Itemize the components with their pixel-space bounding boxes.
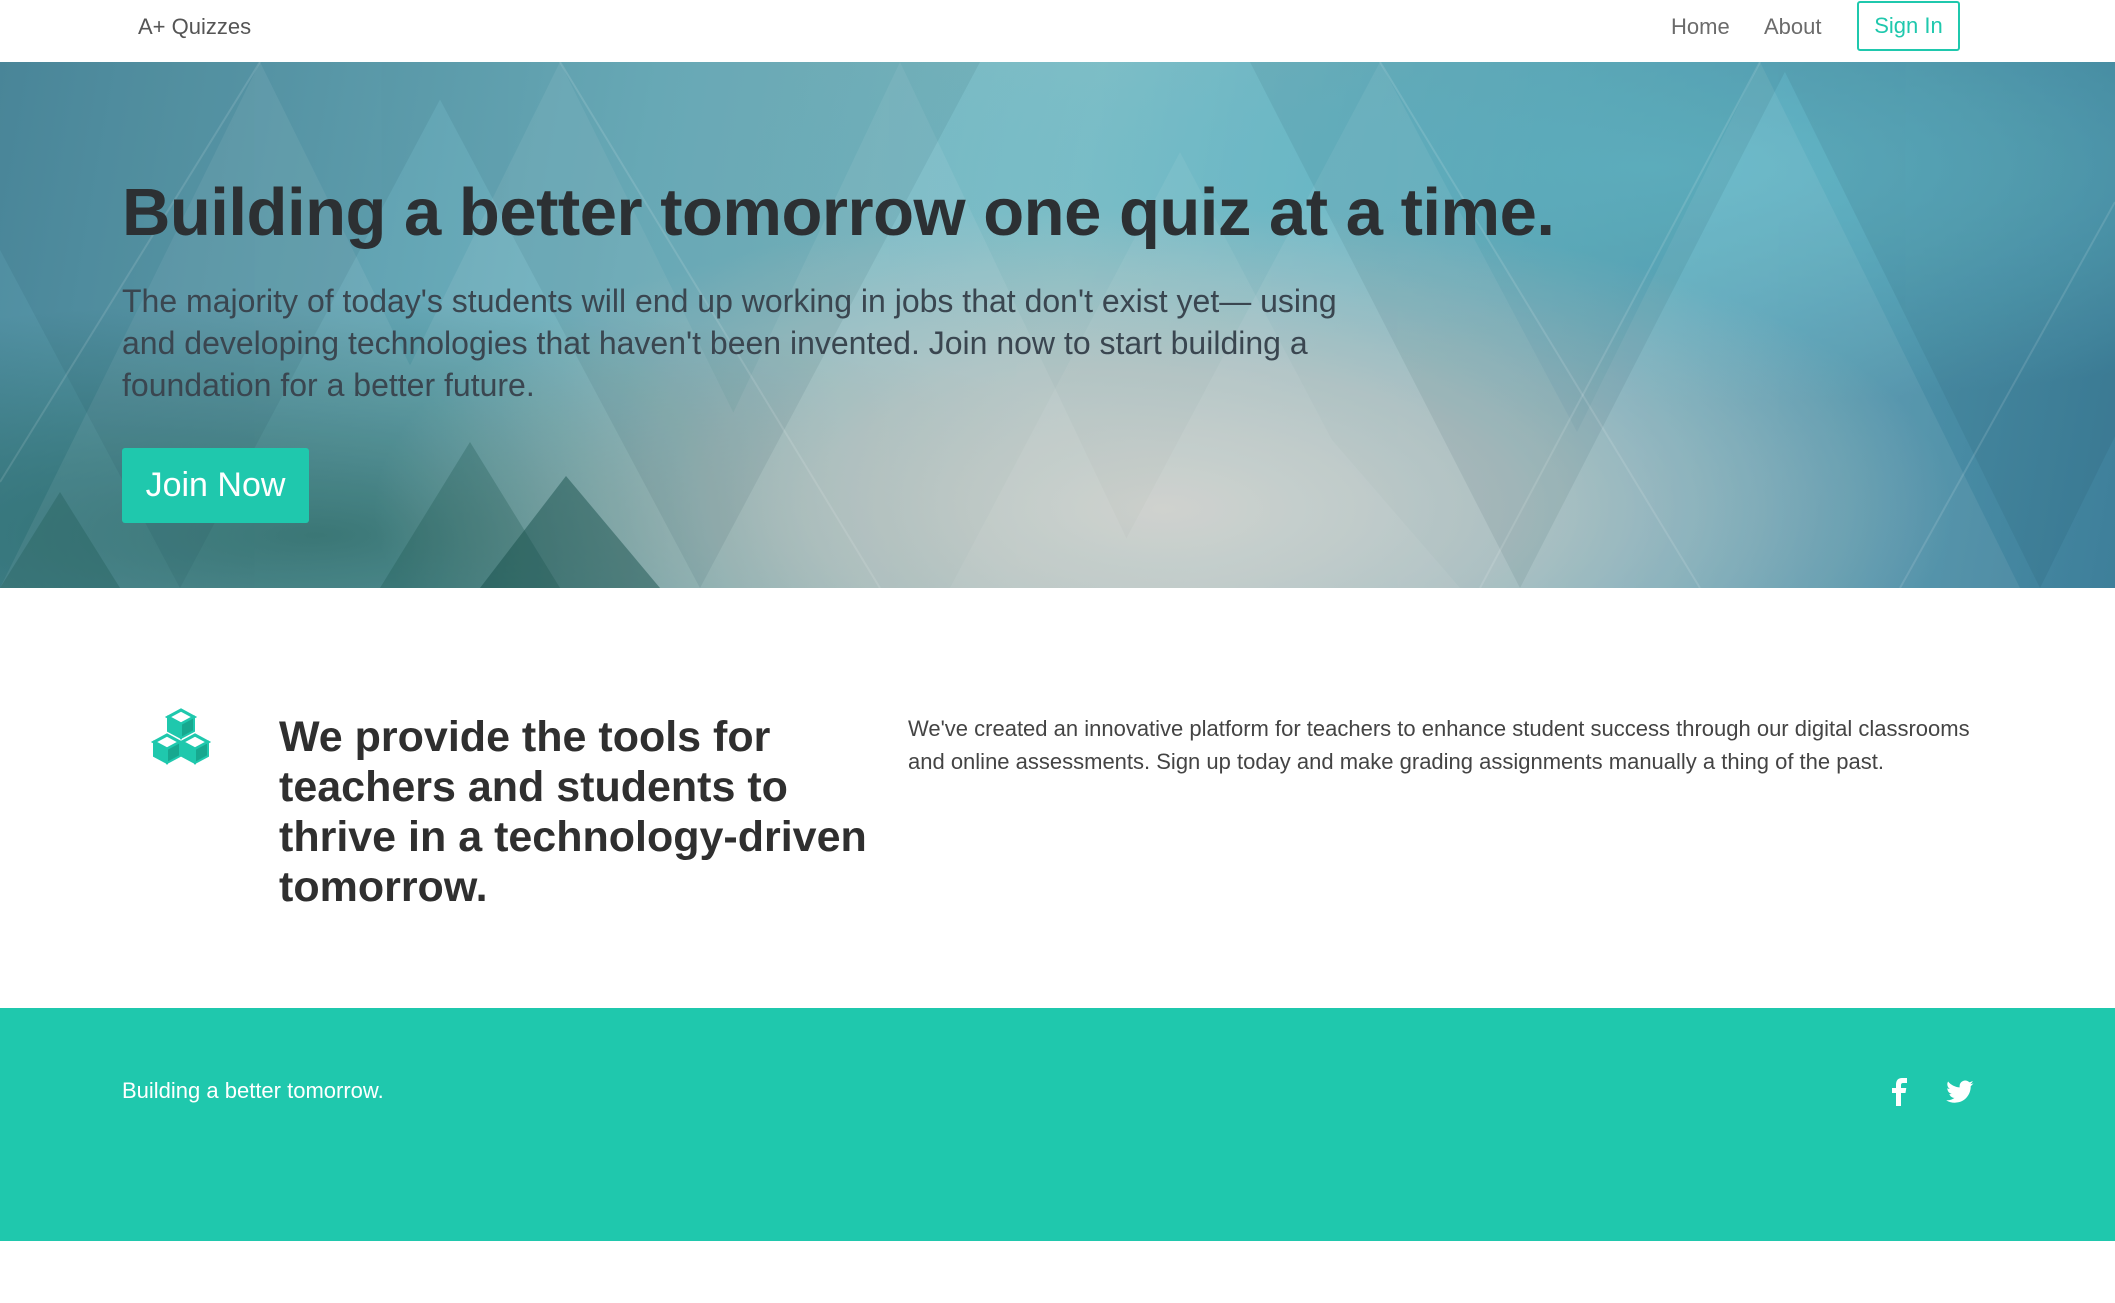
cubes-icon [146,708,216,773]
feature-description: We've created an innovative platform for… [908,716,1970,774]
twitter-icon[interactable] [1944,1076,1976,1108]
navbar: A+ Quizzes Home About Sign In [0,0,2115,62]
footer-tagline: Building a better tomorrow. [122,1078,384,1103]
sign-in-button[interactable]: Sign In [1857,1,1960,51]
join-now-button[interactable]: Join Now [122,448,309,523]
footer: Building a better tomorrow. [0,1008,2115,1241]
brand-link[interactable]: A+ Quizzes [138,14,251,40]
feature-heading: We provide the tools for teachers and st… [279,713,867,911]
hero-subtitle: The majority of today's students will en… [122,283,1337,403]
hero-title: Building a better tomorrow one quiz at a… [122,175,1555,250]
facebook-icon[interactable] [1884,1076,1916,1108]
nav-link-about[interactable]: About [1764,14,1822,40]
nav-link-home[interactable]: Home [1671,14,1730,40]
hero-section: Building a better tomorrow one quiz at a… [0,62,2115,588]
